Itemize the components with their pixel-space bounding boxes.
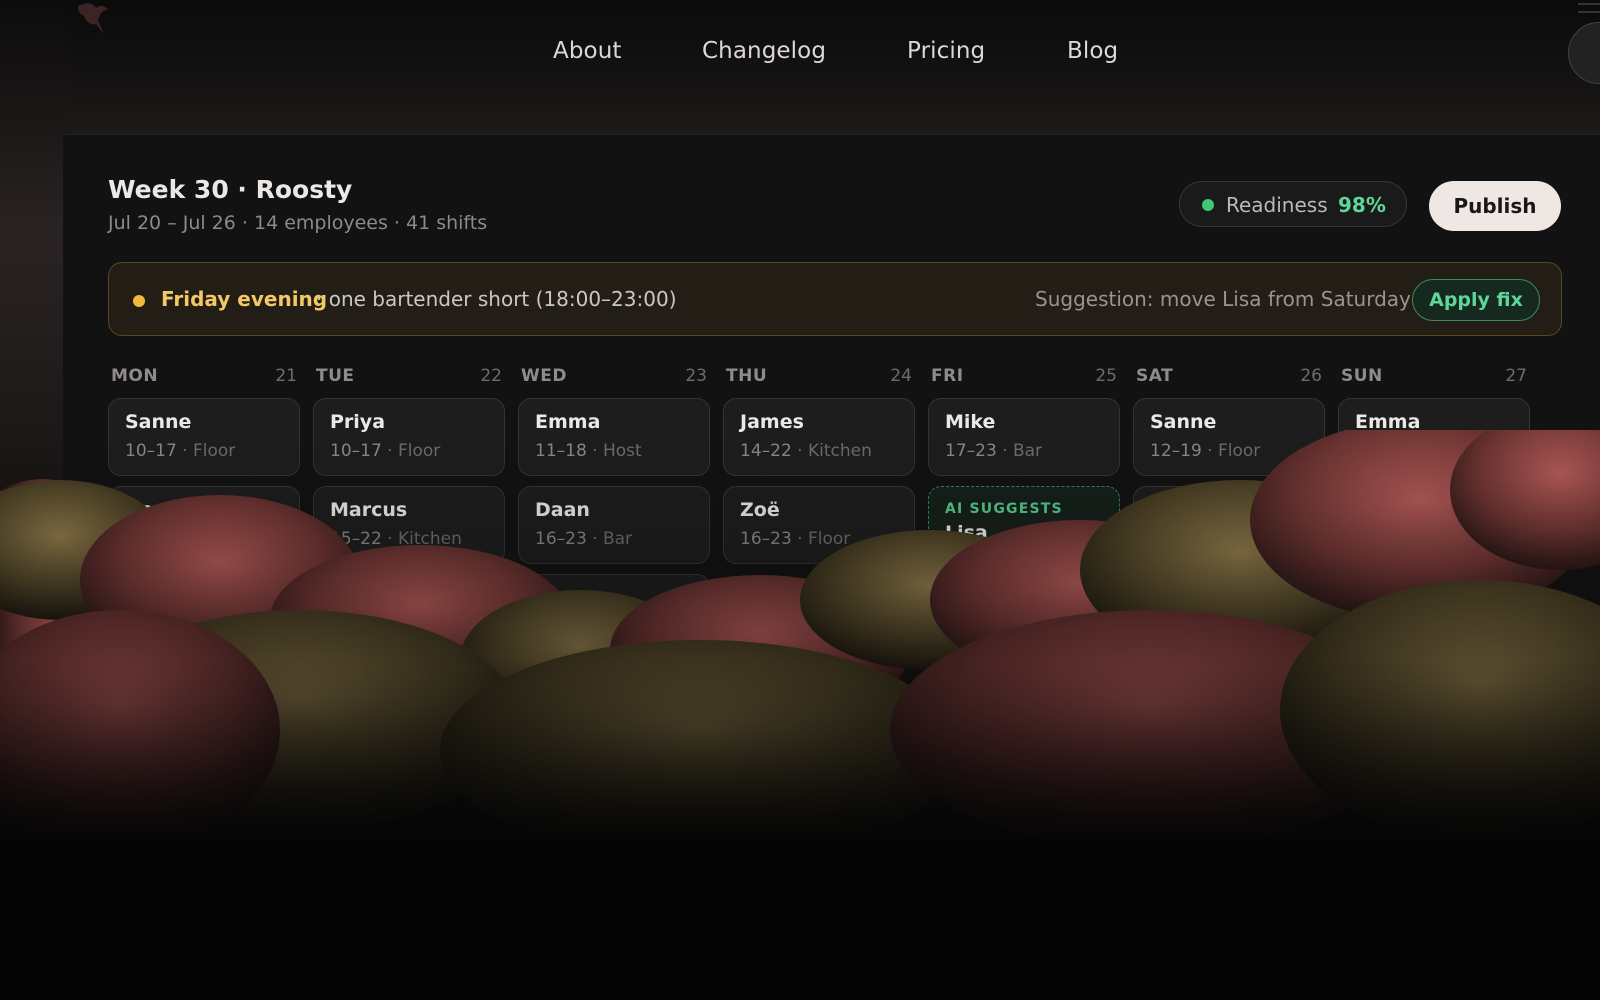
day-date: 26: [1300, 366, 1322, 386]
readiness-value: 98%: [1338, 193, 1386, 217]
day-name: SUN: [1341, 366, 1383, 386]
warning-dot-icon: [133, 295, 145, 307]
alert-text: · one bartender short (18:00–23:00): [316, 287, 677, 311]
day-date: 27: [1505, 366, 1527, 386]
nav-blog-link[interactable]: Blog: [1067, 38, 1118, 64]
menu-icon[interactable]: [1574, 0, 1600, 20]
alert-title: Friday evening: [161, 287, 328, 311]
nav-about-link[interactable]: About: [553, 38, 622, 64]
day-header-fri: FRI 25: [928, 366, 1120, 390]
page-subtitle: Jul 20 – Jul 26 · 14 employees · 41 shif…: [108, 212, 488, 234]
top-nav: About Changelog Pricing Blog: [0, 38, 1600, 72]
day-name: SAT: [1136, 366, 1174, 386]
day-header-thu: THU 24: [723, 366, 915, 390]
coverage-alert: Friday evening · one bartender short (18…: [108, 262, 1562, 336]
day-header-wed: WED 23: [518, 366, 710, 390]
day-name: WED: [521, 366, 567, 386]
alert-suggestion: Suggestion: move Lisa from Saturday: [1035, 287, 1411, 311]
day-date: 23: [685, 366, 707, 386]
day-header-tue: TUE 22: [313, 366, 505, 390]
day-date: 22: [480, 366, 502, 386]
day-date: 25: [1095, 366, 1117, 386]
readiness-label: Readiness: [1226, 193, 1328, 217]
readiness-badge: Readiness 98%: [1179, 181, 1407, 227]
nav-changelog-link[interactable]: Changelog: [702, 38, 826, 64]
day-header-sun: SUN 27: [1338, 366, 1530, 390]
status-dot-icon: [1202, 199, 1214, 211]
day-date: 24: [890, 366, 912, 386]
day-header-sat: SAT 26: [1133, 366, 1325, 390]
day-name: THU: [726, 366, 768, 386]
footer-backdrop: [0, 840, 1600, 1000]
forest-illustration: [0, 430, 1600, 850]
day-name: MON: [111, 366, 159, 386]
day-name: TUE: [316, 366, 355, 386]
bird-logo-icon[interactable]: [74, 0, 114, 38]
apply-fix-button[interactable]: Apply fix: [1412, 279, 1540, 321]
day-date: 21: [275, 366, 297, 386]
publish-button[interactable]: Publish: [1429, 181, 1561, 231]
day-header-mon: MON 21: [108, 366, 300, 390]
nav-pricing-link[interactable]: Pricing: [907, 38, 985, 64]
page-title: Week 30 · Roosty: [108, 175, 353, 204]
day-name: FRI: [931, 366, 964, 386]
